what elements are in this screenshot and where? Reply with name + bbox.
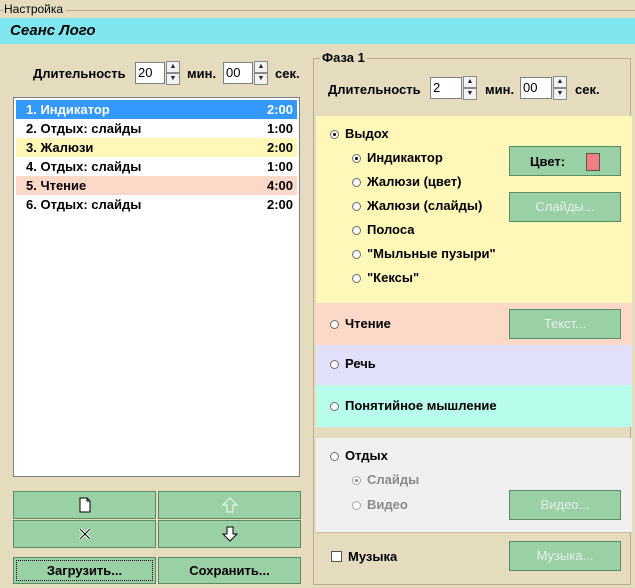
- reading-radio[interactable]: [330, 320, 339, 329]
- rest-slides-label: Слайды: [367, 472, 420, 487]
- window-title: Настройка: [4, 2, 67, 16]
- phase-min-label: мин.: [485, 82, 515, 97]
- rest-label: Отдых: [345, 448, 388, 463]
- blinds-color-radio[interactable]: [352, 178, 361, 187]
- blinds-slides-radio[interactable]: [352, 202, 361, 211]
- sec-label: сек.: [275, 66, 300, 81]
- speech-radio[interactable]: [330, 360, 339, 369]
- duration-label: Длительность: [33, 66, 126, 81]
- arrow-up-icon: [221, 497, 238, 513]
- exhale-radio[interactable]: [330, 130, 339, 139]
- phase-minutes-field[interactable]: 2: [430, 77, 462, 99]
- spin-down-icon[interactable]: ▼: [553, 88, 567, 100]
- spin-down-icon[interactable]: ▼: [463, 88, 477, 100]
- bubbles-radio[interactable]: [352, 250, 361, 259]
- save-button[interactable]: Сохранить...: [158, 557, 301, 584]
- min-label: мин.: [187, 66, 217, 81]
- phase-duration-label: Длительность: [328, 82, 421, 97]
- arrow-down-icon: [221, 526, 238, 542]
- rest-video-label: Видео: [367, 497, 408, 512]
- reading-label: Чтение: [345, 316, 391, 331]
- spin-up-icon[interactable]: ▲: [166, 61, 180, 73]
- rest-section: Отдых Слайды Видео Видео...: [316, 438, 632, 532]
- phase-minutes-spinner[interactable]: ▲ ▼: [463, 76, 477, 100]
- title-divider: [0, 10, 635, 11]
- session-title: Сеанс Лого: [10, 22, 96, 39]
- minutes-spinner[interactable]: ▲ ▼: [166, 61, 180, 85]
- cupcakes-radio[interactable]: [352, 274, 361, 283]
- cupcakes-label: "Кексы": [367, 270, 420, 285]
- thinking-radio[interactable]: [330, 402, 339, 411]
- text-button[interactable]: Текст...: [509, 309, 621, 339]
- bubbles-label: "Мыльные пузыри": [367, 246, 496, 261]
- delete-item-button[interactable]: [13, 520, 156, 548]
- rest-slides-radio[interactable]: [352, 476, 361, 485]
- phase-sec-label: сек.: [575, 82, 600, 97]
- list-item[interactable]: 2. Отдых: слайды 1:00: [16, 119, 297, 138]
- new-item-button[interactable]: [13, 491, 156, 519]
- rest-video-radio[interactable]: [352, 501, 361, 510]
- slides-button[interactable]: Слайды...: [509, 192, 621, 222]
- list-item[interactable]: 3. Жалюзи 2:00: [16, 138, 297, 157]
- thinking-label: Понятийное мышление: [345, 398, 497, 413]
- move-up-button[interactable]: [158, 491, 301, 519]
- color-button-label: Цвет:: [530, 154, 566, 169]
- spin-up-icon[interactable]: ▲: [254, 61, 268, 73]
- color-button[interactable]: Цвет:: [509, 146, 621, 176]
- phase-title: Фаза 1: [320, 50, 367, 65]
- music-button[interactable]: Музыка...: [509, 541, 621, 571]
- list-item[interactable]: 1. Индикатор 2:00: [16, 100, 297, 119]
- move-down-button[interactable]: [158, 520, 301, 548]
- exhale-section: Выдох Индикактор Жалюзи (цвет) Жалюзи (с…: [316, 116, 632, 303]
- list-item[interactable]: 6. Отдых: слайды 2:00: [16, 195, 297, 214]
- load-button[interactable]: Загрузить...: [13, 557, 156, 584]
- rest-radio[interactable]: [330, 452, 339, 461]
- spin-down-icon[interactable]: ▼: [254, 73, 268, 85]
- video-button[interactable]: Видео...: [509, 490, 621, 520]
- music-label: Музыка: [348, 549, 398, 564]
- seconds-field[interactable]: 00: [223, 62, 253, 84]
- indicator-label: Индикактор: [367, 150, 443, 165]
- reading-section: Чтение Текст...: [316, 303, 632, 345]
- delete-x-icon: [78, 527, 91, 541]
- music-checkbox[interactable]: [331, 551, 342, 562]
- phase-list[interactable]: 1. Индикатор 2:00 2. Отдых: слайды 1:00 3.…: [13, 97, 300, 477]
- exhale-label: Выдох: [345, 126, 389, 141]
- speech-section: Речь: [316, 345, 632, 385]
- spin-up-icon[interactable]: ▲: [553, 76, 567, 88]
- speech-label: Речь: [345, 356, 376, 371]
- phase-seconds-field[interactable]: 00: [520, 77, 552, 99]
- indicator-radio[interactable]: [352, 154, 361, 163]
- bar-label: Полоса: [367, 222, 415, 237]
- spin-down-icon[interactable]: ▼: [166, 73, 180, 85]
- spin-up-icon[interactable]: ▲: [463, 76, 477, 88]
- seconds-spinner[interactable]: ▲ ▼: [254, 61, 268, 85]
- phase-seconds-spinner[interactable]: ▲ ▼: [553, 76, 567, 100]
- minutes-field[interactable]: 20: [135, 62, 165, 84]
- list-item[interactable]: 5. Чтение 4:00: [16, 176, 297, 195]
- new-document-icon: [79, 497, 90, 513]
- bar-radio[interactable]: [352, 226, 361, 235]
- color-swatch: [586, 153, 600, 171]
- music-divider: [316, 532, 632, 533]
- session-header: Сеанс Лого: [0, 18, 635, 44]
- list-item[interactable]: 4. Отдых: слайды 1:00: [16, 157, 297, 176]
- blinds-color-label: Жалюзи (цвет): [367, 174, 462, 189]
- blinds-slides-label: Жалюзи (слайды): [367, 198, 483, 213]
- thinking-section: Понятийное мышление: [316, 385, 632, 427]
